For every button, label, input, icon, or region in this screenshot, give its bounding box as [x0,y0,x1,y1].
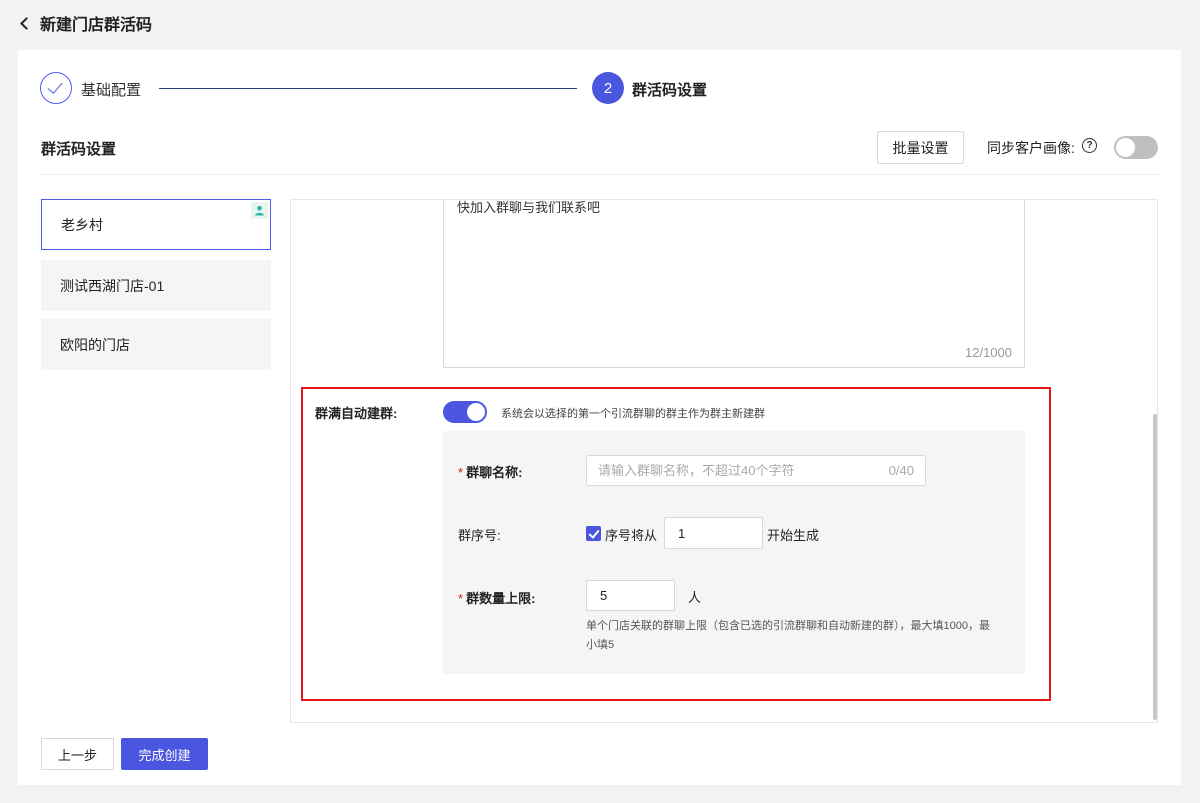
seq-text-prefix: 序号将从 [605,528,658,543]
batch-settings-button[interactable]: 批量设置 [877,131,964,164]
step-1-label: 基础配置 [81,82,142,99]
step-2-number: 2 [592,72,624,104]
back-arrow-icon[interactable] [18,16,32,30]
group-name-count: 0/40 [888,463,914,478]
person-icon [251,202,268,219]
settings-panel: 快加入群聊与我们联系吧 12/1000 群满自动建群: 系统会以选择的第一个引流… [290,199,1158,723]
step-done-check-icon [40,72,72,104]
seq-start-field[interactable] [664,517,763,549]
welcome-message-textarea[interactable]: 快加入群聊与我们联系吧 12/1000 [443,200,1025,368]
step-connector [159,88,577,89]
max-groups-field[interactable] [586,580,675,611]
seq-start-input[interactable] [665,518,762,548]
group-name-input[interactable] [587,456,857,485]
seq-checkbox[interactable] [586,526,601,541]
required-mark: * [458,591,464,606]
seq-text-suffix: 开始生成 [767,528,820,543]
max-groups-input[interactable] [587,581,674,610]
sync-customer-profile-toggle[interactable] [1114,136,1158,159]
help-icon[interactable]: ? [1082,138,1097,153]
group-seq-label: 群序号: [458,528,501,543]
max-groups-label: * 群数量上限: [458,591,536,606]
top-bar: 新建门店群活码 [0,0,1200,46]
header-divider [41,174,1159,175]
panel-scrollbar[interactable] [1153,414,1157,720]
group-name-field[interactable]: 0/40 [586,455,926,486]
step-2-label: 群活码设置 [632,82,708,99]
main-card: 基础配置 2 群活码设置 群活码设置 批量设置 同步客户画像: ? 老乡村 测试… [18,50,1181,785]
section-title: 群活码设置 [41,141,117,158]
welcome-message-text: 快加入群聊与我们联系吧 [457,200,601,215]
auto-group-label: 群满自动建群: [315,406,398,421]
store-item-active[interactable]: 老乡村 [41,199,271,250]
store-item[interactable]: 欧阳的门店 [41,319,271,370]
store-item-label: 老乡村 [61,216,103,233]
auto-group-description: 系统会以选择的第一个引流群聊的群主作为群主新建群 [501,408,765,420]
welcome-message-count: 12/1000 [965,345,1012,360]
previous-step-button[interactable]: 上一步 [41,738,114,770]
page-title: 新建门店群活码 [40,17,153,34]
group-name-label: * 群聊名称: [458,465,523,480]
max-groups-unit: 人 [688,590,702,605]
max-groups-hint: 单个门店关联的群聊上限（包含已选的引流群聊和自动新建的群），最大填1000，最小… [586,620,990,651]
store-item[interactable]: 测试西湖门店-01 [41,260,271,311]
required-mark: * [458,465,464,480]
store-item-label: 欧阳的门店 [60,336,130,353]
sync-customer-profile-label: 同步客户画像: [987,140,1075,156]
store-item-label: 测试西湖门店-01 [60,277,165,294]
auto-group-toggle[interactable] [443,401,487,423]
finish-create-button[interactable]: 完成创建 [121,738,208,770]
